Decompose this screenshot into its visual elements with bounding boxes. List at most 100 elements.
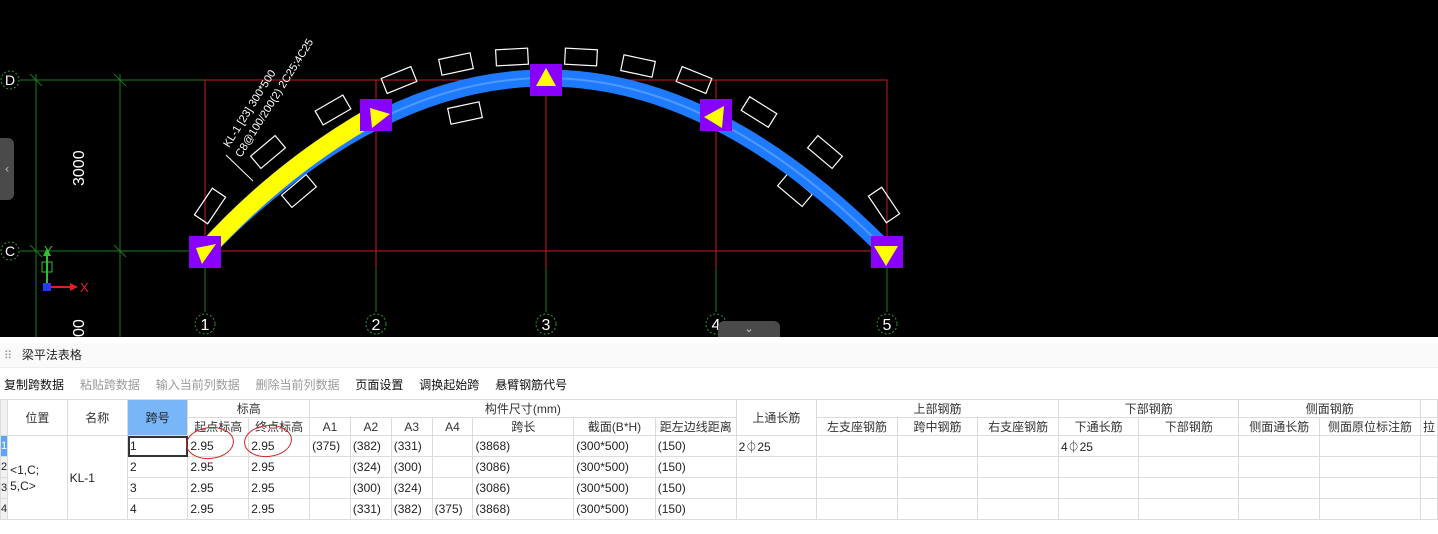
left-dist-cell[interactable]: (150) <box>654 435 737 457</box>
a2-cell[interactable]: (331) <box>349 498 392 520</box>
end-elev-cell[interactable]: 2.95 <box>248 456 311 478</box>
name-cell[interactable]: KL-1 <box>66 435 129 520</box>
side-original-cell[interactable] <box>1319 477 1421 499</box>
mid-cell[interactable] <box>896 477 979 499</box>
span-cell[interactable]: 4 <box>126 498 189 520</box>
section-cell[interactable]: (300*500) <box>573 456 656 478</box>
dimension-label-bottom: 00 <box>71 319 88 337</box>
swap-start-span-button[interactable]: 调换起始跨 <box>419 378 479 392</box>
a2-cell[interactable]: (300) <box>349 477 392 499</box>
a4-cell[interactable]: (375) <box>431 498 474 520</box>
bottom-panel-toggle[interactable]: ⌄ <box>718 321 780 337</box>
drag-handle-icon[interactable]: ⠿ <box>4 344 18 368</box>
bottom-cell[interactable] <box>1138 477 1240 499</box>
section-cell[interactable]: (300*500) <box>573 435 656 457</box>
span-cell[interactable]: 1 <box>126 435 189 457</box>
a2-cell[interactable]: (382) <box>349 435 392 457</box>
left-dist-cell[interactable]: (150) <box>654 456 737 478</box>
span-cell[interactable]: 2 <box>126 456 189 478</box>
input-column-data-button[interactable]: 输入当前列数据 <box>156 378 240 392</box>
mid-cell[interactable] <box>896 456 979 478</box>
copy-span-data-button[interactable]: 复制跨数据 <box>4 378 64 392</box>
bottom-cell[interactable] <box>1138 435 1240 457</box>
section-cell[interactable]: (300*500) <box>573 498 656 520</box>
table-row[interactable]: 2 2 2.95 2.95 (324) (300) (3086) (300*50… <box>0 456 1438 478</box>
a4-cell[interactable] <box>431 435 474 457</box>
span-len-cell[interactable]: (3086) <box>472 477 575 499</box>
cantilever-rebar-code-button[interactable]: 悬臂钢筋代号 <box>495 378 567 392</box>
span-len-cell[interactable]: (3868) <box>472 435 575 457</box>
paste-span-data-button[interactable]: 粘贴跨数据 <box>80 378 140 392</box>
row-number[interactable]: 3 <box>0 477 9 499</box>
a3-cell[interactable]: (331) <box>390 435 433 457</box>
a2-cell[interactable]: (324) <box>349 456 392 478</box>
side-through-cell[interactable] <box>1238 477 1321 499</box>
extra-cell[interactable] <box>1419 498 1438 520</box>
a3-cell[interactable]: (324) <box>390 477 433 499</box>
side-through-cell[interactable] <box>1238 435 1321 457</box>
mid-cell[interactable] <box>896 435 979 457</box>
end-elev-cell[interactable]: 2.95 <box>248 477 311 499</box>
row-number[interactable]: 2 <box>0 456 9 478</box>
left-support-cell[interactable] <box>816 435 898 457</box>
bottom-through-cell[interactable] <box>1057 456 1140 478</box>
rebar-mark-9 <box>563 47 599 67</box>
top-through-cell[interactable] <box>735 477 818 499</box>
a1-cell[interactable] <box>309 477 351 499</box>
span-len-cell[interactable]: (3086) <box>472 456 575 478</box>
left-support-cell[interactable] <box>816 456 898 478</box>
top-through-cell[interactable] <box>735 456 818 478</box>
left-support-cell[interactable] <box>816 498 898 520</box>
page-setup-button[interactable]: 页面设置 <box>355 378 403 392</box>
row-number[interactable]: 1 <box>0 435 9 457</box>
extra-cell[interactable] <box>1419 456 1438 478</box>
top-through-cell[interactable]: 2⏀25 <box>735 435 818 457</box>
a4-cell[interactable] <box>431 456 474 478</box>
mid-cell[interactable] <box>896 498 979 520</box>
top-through-cell[interactable] <box>735 498 818 520</box>
right-support-cell[interactable] <box>977 435 1059 457</box>
bottom-through-cell[interactable] <box>1057 477 1140 499</box>
side-through-cell[interactable] <box>1238 456 1321 478</box>
left-dist-cell[interactable]: (150) <box>654 477 737 499</box>
a3-cell[interactable]: (382) <box>390 498 433 520</box>
bottom-cell[interactable] <box>1138 456 1240 478</box>
start-elev-cell[interactable]: 2.95 <box>187 477 250 499</box>
axis-number-5: 5 <box>883 317 892 334</box>
a1-cell[interactable]: (375) <box>309 435 351 457</box>
right-support-cell[interactable] <box>977 477 1059 499</box>
table-row[interactable]: 3 3 2.95 2.95 (300) (324) (3086) (300*50… <box>0 477 1438 499</box>
row-number[interactable]: 4 <box>0 498 9 520</box>
side-original-cell[interactable] <box>1319 456 1421 478</box>
a1-cell[interactable] <box>309 456 351 478</box>
side-through-cell[interactable] <box>1238 498 1321 520</box>
left-support-cell[interactable] <box>816 477 898 499</box>
cad-drawing[interactable]: D C 1 2 3 4 5 3000 00 KL-1 [23] 300*500 … <box>0 0 1438 337</box>
right-support-cell[interactable] <box>977 456 1059 478</box>
section-cell[interactable]: (300*500) <box>573 477 656 499</box>
a3-cell[interactable]: (300) <box>390 456 433 478</box>
delete-column-data-button[interactable]: 删除当前列数据 <box>256 378 340 392</box>
start-elev-cell[interactable]: 2.95 <box>187 498 250 520</box>
extra-cell[interactable] <box>1419 435 1438 457</box>
table-row[interactable]: 4 4 2.95 2.95 (331) (382) (375) (3868) (… <box>0 498 1438 520</box>
end-elev-cell[interactable]: 2.95 <box>248 498 311 520</box>
extra-cell[interactable] <box>1419 477 1438 499</box>
bottom-through-cell[interactable] <box>1057 498 1140 520</box>
bottom-through-cell[interactable]: 4⏀25 <box>1057 435 1140 457</box>
position-cell[interactable]: <1,C; 5,C> <box>7 435 68 520</box>
start-elev-cell[interactable]: 2.95 <box>187 456 250 478</box>
a1-cell[interactable] <box>309 498 351 520</box>
corner-cell[interactable] <box>0 399 9 436</box>
left-dist-cell[interactable]: (150) <box>654 498 737 520</box>
side-original-cell[interactable] <box>1319 435 1421 457</box>
side-original-cell[interactable] <box>1319 498 1421 520</box>
a4-cell[interactable] <box>431 477 474 499</box>
cad-viewport[interactable]: D C 1 2 3 4 5 3000 00 KL-1 [23] 300*500 … <box>0 0 1438 337</box>
bottom-cell[interactable] <box>1138 498 1240 520</box>
right-support-cell[interactable] <box>977 498 1059 520</box>
side-panel-toggle[interactable]: ‹ <box>0 138 14 200</box>
header-span[interactable]: 跨号 <box>126 399 189 436</box>
span-len-cell[interactable]: (3868) <box>472 498 575 520</box>
span-cell[interactable]: 3 <box>126 477 189 499</box>
